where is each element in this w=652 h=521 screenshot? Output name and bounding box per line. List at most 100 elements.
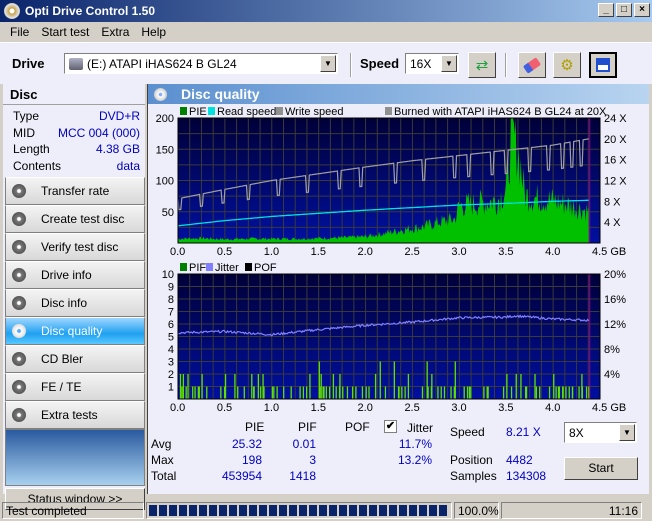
avg-label: Avg <box>151 437 172 451</box>
y2-tick-label: 16% <box>604 294 626 306</box>
pif-bar <box>342 386 344 399</box>
save-button[interactable] <box>589 52 617 78</box>
nav-disc-info[interactable]: Disc info <box>5 289 145 317</box>
chevron-down-icon[interactable]: ▼ <box>441 55 457 72</box>
chevron-down-icon[interactable]: ▼ <box>320 55 336 72</box>
pif-bar <box>393 361 395 399</box>
pif-bar <box>194 386 196 399</box>
y2-tick-label: 8 X <box>604 196 621 208</box>
drive-select[interactable]: (E:) ATAPI iHAS624 B GL24 ▼ <box>64 53 338 74</box>
pif-bar <box>374 374 377 399</box>
menu-help[interactable]: Help <box>135 25 172 39</box>
settings-button[interactable]: ⚙ <box>553 52 581 78</box>
nav-label: Disc quality <box>41 324 103 338</box>
y-tick-label: 50 <box>162 207 174 219</box>
menu-start-test[interactable]: Start test <box>35 25 95 39</box>
pif-bar <box>185 386 187 399</box>
x-tick-label: 1.5 <box>311 246 326 258</box>
y-tick-label: 6 <box>168 319 174 331</box>
pif-bar <box>365 386 367 399</box>
pif-bar <box>319 386 321 399</box>
toolbar: Drive (E:) ATAPI iHAS624 B GL24 ▼ Speed … <box>0 42 652 84</box>
save-icon <box>596 58 610 72</box>
y-tick-label: 5 <box>168 332 174 344</box>
minimize-button[interactable]: _ <box>598 3 614 17</box>
speed-label: Speed <box>360 56 400 71</box>
nav-create-test-disc[interactable]: Create test disc <box>5 205 145 233</box>
y-tick-label: 9 <box>168 282 174 294</box>
nav-transfer-rate[interactable]: Transfer rate <box>5 177 145 205</box>
maximize-button[interactable]: □ <box>616 3 632 17</box>
pif-bar <box>450 386 452 399</box>
nav-label: Extra tests <box>41 408 98 422</box>
legend-swatch <box>206 263 213 271</box>
erase-button[interactable] <box>518 52 546 78</box>
pof-header: POF <box>345 420 370 434</box>
pif-bar <box>181 386 183 399</box>
pif-bar <box>368 386 370 399</box>
pif-bar <box>483 386 485 399</box>
y2-tick-label: 4 X <box>604 217 621 229</box>
max-jitter: 13.2% <box>397 453 432 467</box>
pif-bar <box>568 386 570 399</box>
disc-contents-label: Contents <box>13 158 62 173</box>
main-panel: Disc quality PIE Read speed Write speed Bur… <box>147 84 649 494</box>
start-button[interactable]: Start <box>564 457 638 480</box>
nav-extra-tests[interactable]: Extra tests <box>5 401 145 429</box>
speed-stat-value: 8.21 X <box>506 425 541 439</box>
disc-section-title: Disc <box>3 84 145 105</box>
y-tick-label: 4 <box>168 344 174 356</box>
pif-bar <box>306 386 308 399</box>
y-tick-label: 200 <box>156 113 174 125</box>
pif-bar <box>520 374 522 399</box>
refresh-icon: ⇄ <box>475 57 489 74</box>
pif-bar <box>562 386 564 399</box>
nav-drive-info[interactable]: Drive info <box>5 261 145 289</box>
jitter-checkbox[interactable]: ✔ <box>384 420 397 433</box>
pif-bar <box>379 361 381 399</box>
nav-verify-test-disc[interactable]: Verify test disc <box>5 233 145 261</box>
x-tick-label: 0.0 <box>170 402 185 414</box>
eraser-icon <box>522 56 542 74</box>
pif-bar <box>558 386 561 399</box>
disc-length-row: Length 4.38 GB <box>3 141 145 158</box>
disc-icon <box>12 296 26 310</box>
pif-bar <box>468 386 471 399</box>
panel-title: Disc quality <box>181 86 260 102</box>
legend-label: PIF <box>189 262 206 274</box>
y-tick-label: 150 <box>156 144 174 156</box>
pif-bar <box>525 386 528 399</box>
test-speed-select[interactable]: 8X ▼ <box>564 422 637 443</box>
x-tick-label: 0.5 <box>217 402 232 414</box>
menu-extra[interactable]: Extra <box>95 25 135 39</box>
legend-label: PIE <box>189 106 207 118</box>
pif-bar <box>548 386 551 399</box>
x-tick-label: 3.0 <box>451 246 466 258</box>
x-tick-label: 3.0 <box>451 402 466 414</box>
close-button[interactable]: × <box>634 3 650 17</box>
menu-file[interactable]: File <box>4 25 35 39</box>
nav-disc-quality[interactable]: Disc quality <box>5 317 145 345</box>
pif-bar <box>271 386 274 399</box>
nav-fe-te[interactable]: FE / TE <box>5 373 145 401</box>
chevron-down-icon[interactable]: ▼ <box>619 424 635 441</box>
pif-bar <box>223 386 226 399</box>
y2-tick-label: 24 X <box>604 113 627 125</box>
y-tick-label: 10 <box>162 269 174 281</box>
y2-tick-label: 20% <box>604 269 626 281</box>
speed-value: 16X <box>410 56 432 71</box>
x-tick-label: 4.5 GB <box>592 246 626 258</box>
refresh-button[interactable]: ⇄ <box>468 52 496 78</box>
disc-type-row: Type DVD+R <box>3 108 145 125</box>
nav-cd-bler[interactable]: CD Bler <box>5 345 145 373</box>
nav-label: CD Bler <box>41 352 84 366</box>
pif-bar <box>404 386 406 399</box>
pif-bar <box>361 386 364 399</box>
pif-bar <box>571 386 574 399</box>
disc-contents-row: Contents data <box>3 158 145 175</box>
progress-fill <box>149 505 449 516</box>
disc-icon <box>12 184 26 198</box>
avg-jitter: 11.7% <box>398 437 432 451</box>
speed-select[interactable]: 16X ▼ <box>405 53 459 74</box>
pif-bar <box>506 374 508 399</box>
